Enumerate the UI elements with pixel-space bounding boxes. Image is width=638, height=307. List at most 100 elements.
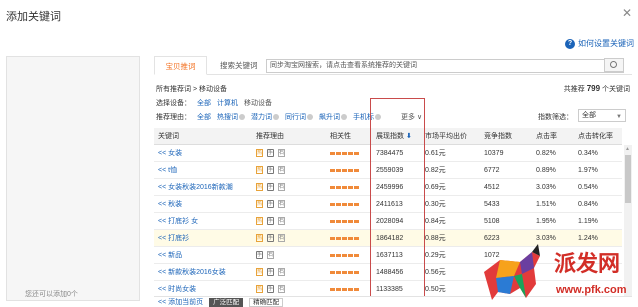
mobile-icon: 手 <box>267 217 274 226</box>
header-reason: 推荐理由 <box>256 133 284 140</box>
more-filters[interactable]: 更多 ∨ <box>401 112 422 122</box>
impression-index: 1488456 <box>376 269 404 276</box>
reason-all[interactable]: 全部 <box>197 112 211 122</box>
header-keyword[interactable]: 关键词 <box>158 128 256 145</box>
header-cvr[interactable]: 点击转化率 <box>578 128 622 145</box>
keyword-link[interactable]: << 新款秋装2016女装 <box>158 264 256 281</box>
device-filter: 选择设备： 全部 计算机 移动设备 <box>156 98 272 108</box>
cvr-value: 0.34% <box>578 150 598 157</box>
reason-badges: 热手石 <box>256 179 326 196</box>
search-input[interactable]: 同步淘宝网搜索，请点击查看系统推荐的关键词 <box>266 59 624 73</box>
keyword-link[interactable]: << t恤 <box>158 162 256 179</box>
total-prefix: 共推荐 <box>563 86 585 93</box>
index-filter-label: 指数筛选： <box>538 114 573 121</box>
breadcrumb: 所有推荐词 > 移动设备 <box>156 86 227 93</box>
table-row[interactable]: << 秋装热手石 2411613 0.30元 5433 1.51% 0.84% <box>154 196 622 213</box>
reason-hot[interactable]: 热搜词 <box>217 112 245 122</box>
reason-filter-label: 推荐理由： <box>156 114 191 121</box>
mobile-icon: 手 <box>267 183 274 192</box>
device-mobile[interactable]: 移动设备 <box>244 98 272 108</box>
chevron-down-icon: ▼ <box>616 114 622 120</box>
mobile-icon: 手 <box>267 200 274 209</box>
hot-badge-icon: 热 <box>256 149 263 158</box>
avg-price: 0.82元 <box>425 167 446 174</box>
avg-price: 0.84元 <box>425 218 446 225</box>
relevance-bar <box>330 196 370 213</box>
tag-icon: 石 <box>278 268 285 277</box>
cvr-value: 1.19% <box>578 218 598 225</box>
scroll-up-icon[interactable]: ▲ <box>625 146 630 152</box>
reason-badges: 热手石 <box>256 230 326 247</box>
scroll-thumb[interactable] <box>625 155 631 203</box>
keyword-link[interactable]: << 打底衫 <box>158 230 256 247</box>
table-row[interactable]: << 女装热手石 7384475 0.61元 10379 0.82% 0.34% <box>154 145 622 162</box>
table-row[interactable]: << 女装秋装2016新款潮热手石 2459996 0.69元 4512 3.03% 0.… <box>154 179 622 196</box>
device-computer[interactable]: 计算机 <box>217 98 238 108</box>
cvr-value: 0.84% <box>578 201 598 208</box>
tag-icon: 石 <box>278 166 285 175</box>
ctr-value: 0.82% <box>536 150 556 157</box>
relevance-meter <box>330 185 360 189</box>
reason-potential[interactable]: 潜力词 <box>251 112 279 122</box>
keyword-link[interactable]: << 女装 <box>158 145 256 162</box>
bull-logo-icon <box>484 244 540 300</box>
table-row[interactable]: << 打底衫 女热手石 2028094 0.84元 5108 1.95% 1.19% <box>154 213 622 230</box>
keyword-link[interactable]: << 秋装 <box>158 196 256 213</box>
hot-badge-icon: 热 <box>256 217 263 226</box>
ctr-value: 1.95% <box>536 218 556 225</box>
tab-search-keyword[interactable]: 搜索关键词 <box>212 56 266 75</box>
tag-icon: 石 <box>278 183 285 192</box>
impression-index: 7384475 <box>376 150 404 157</box>
tag-icon: 石 <box>278 217 285 226</box>
help-label: 如何设置关键词 <box>578 39 634 48</box>
mobile-icon: 手 <box>267 268 274 277</box>
help-link[interactable]: ? 如何设置关键词 <box>565 38 634 49</box>
tag-icon: 石 <box>278 149 285 158</box>
impression-index: 2459996 <box>376 184 404 191</box>
device-all[interactable]: 全部 <box>197 98 211 108</box>
reason-mobile[interactable]: 手机标 <box>353 112 381 122</box>
keyword-link[interactable]: << 打底衫 女 <box>158 213 256 230</box>
reason-badges: 热手石 <box>256 145 326 162</box>
header-index[interactable]: 展现指数 ⬇ <box>376 128 424 145</box>
cvr-value: 1.97% <box>578 167 598 174</box>
mobile-icon: 手 <box>267 234 274 243</box>
impression-index: 1637113 <box>376 252 403 259</box>
header-competition[interactable]: 竞争指数 <box>484 128 532 145</box>
reason-peer[interactable]: 同行词 <box>285 112 313 122</box>
search-icon <box>610 61 617 68</box>
header-price[interactable]: 市场平均出价 <box>425 128 481 145</box>
device-filter-label: 选择设备： <box>156 100 191 107</box>
table-row[interactable]: << t恤热手石 2559039 0.82元 6772 0.89% 1.97% <box>154 162 622 179</box>
info-icon <box>307 114 313 120</box>
info-icon <box>273 114 279 120</box>
watermark-logo: 派发网 www.pfk.com <box>470 238 638 307</box>
header-relevance[interactable]: 相关性 <box>330 128 370 145</box>
relevance-meter <box>330 202 360 206</box>
table-header: 关键词 推荐理由 相关性 展现指数 ⬇ 市场平均出价 竞争指数 点击率 点击转化… <box>154 128 622 145</box>
relevance-meter <box>330 287 360 291</box>
tab-item-recommend[interactable]: 宝贝推词 <box>154 56 207 75</box>
impression-index: 2028094 <box>376 218 404 225</box>
sort-desc-icon: ⬇ <box>405 133 412 140</box>
reason-rising[interactable]: 飙升词 <box>319 112 347 122</box>
search-button[interactable] <box>604 58 624 72</box>
relevance-meter <box>330 168 360 172</box>
add-current-page-button[interactable]: << 添加当前页 <box>158 297 203 307</box>
reason-badges: 热手石 <box>256 264 326 281</box>
relevance-bar <box>330 179 370 196</box>
relevance-meter <box>330 236 360 240</box>
header-ctr[interactable]: 点击率 <box>536 128 576 145</box>
keyword-link[interactable]: << 女装秋装2016新款潮 <box>158 179 256 196</box>
keyword-link[interactable]: << 新品 <box>158 247 256 264</box>
exact-match-button[interactable]: 精确匹配 <box>249 297 284 307</box>
close-icon[interactable]: ✕ <box>622 6 632 20</box>
index-filter-select[interactable]: 全部 ▼ <box>578 109 626 122</box>
avg-price: 0.69元 <box>425 184 446 191</box>
reason-badges: 手石 <box>256 247 326 264</box>
watermark-text: 派发网 <box>554 251 621 277</box>
reason-badges: 热手石 <box>256 162 326 179</box>
relevance-bar <box>330 230 370 247</box>
relevance-meter <box>330 219 360 223</box>
broad-match-button[interactable]: 广泛匹配 <box>209 297 244 307</box>
